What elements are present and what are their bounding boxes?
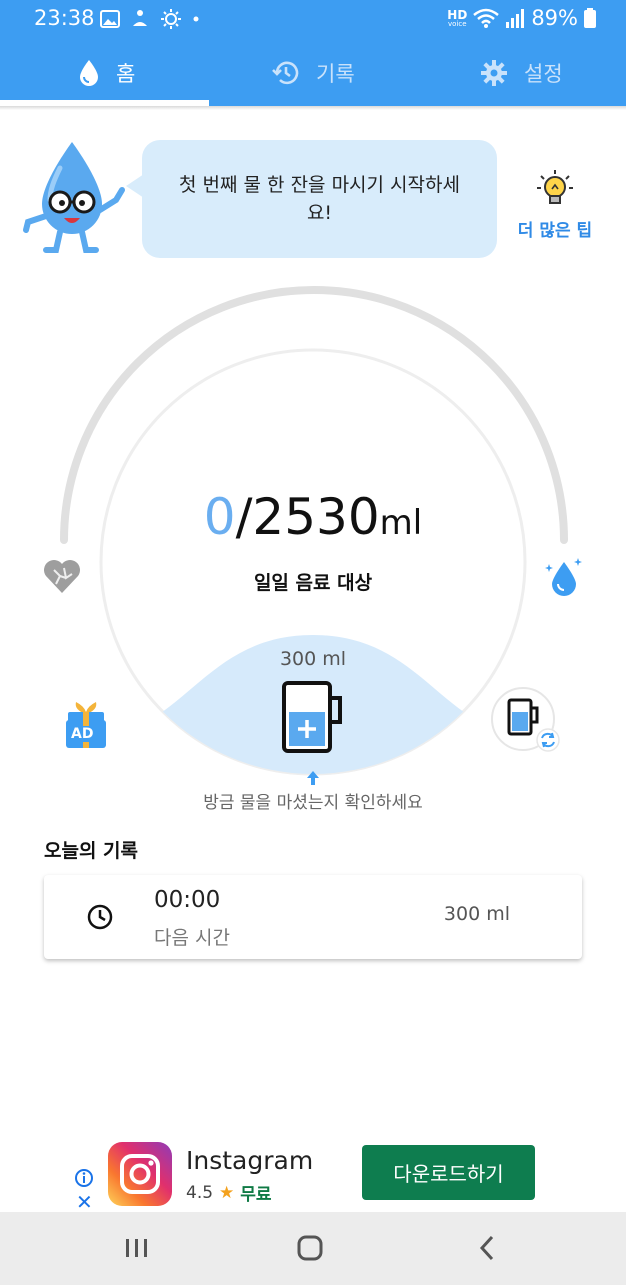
sparkle-drop-icon	[545, 558, 582, 596]
status-time: 23:38	[34, 6, 95, 30]
tip-speech-bubble: 첫 번째 물 한 잔을 마시기 시작하세요!	[142, 140, 497, 258]
gift-icon	[66, 702, 106, 748]
dot-icon	[193, 16, 199, 22]
ad-app-name: Instagram	[186, 1146, 314, 1175]
water-drop-mascot[interactable]	[20, 138, 130, 258]
ad-gift-button[interactable]: AD	[62, 698, 110, 750]
top-tab-bar: 홈 기록 설정	[0, 40, 626, 106]
drink-cup-button[interactable]	[280, 680, 346, 754]
tab-home-label: 홈	[116, 62, 136, 86]
ad-rating: 4.5 ★ 무료	[186, 1180, 272, 1206]
app-screen: 23:38 HD voice 89% 홈 기록 설정 첫 번째 물 한 잔을 마…	[0, 0, 626, 1285]
cup-size-label: 300 ml	[279, 648, 347, 670]
lightbulb-icon	[537, 170, 573, 204]
tab-settings-label: 설정	[524, 62, 563, 86]
status-bar: 23:38 HD voice 89%	[0, 0, 626, 40]
water-drop-icon	[80, 60, 98, 86]
ad-rating-value: 4.5	[186, 1182, 214, 1203]
gear-icon	[481, 60, 507, 86]
record-note: 다음 시간	[154, 927, 230, 949]
up-arrow-icon	[307, 771, 319, 785]
back-icon[interactable]	[476, 1230, 498, 1266]
confirm-drink-hint: 방금 물을 마셨는지 확인하세요	[203, 793, 423, 813]
intake-target: 2530	[252, 488, 380, 546]
today-record-title: 오늘의 기록	[44, 840, 139, 862]
signal-icon	[506, 9, 525, 28]
tab-history-label: 기록	[316, 62, 355, 86]
battery-icon	[584, 8, 596, 28]
ad-download-button[interactable]: 다운로드하기	[362, 1145, 535, 1200]
intake-current: 0	[203, 488, 236, 546]
ad-close-icon[interactable]: ✕	[76, 1190, 93, 1214]
tab-home[interactable]: 홈	[78, 40, 135, 106]
tip-text: 첫 번째 물 한 잔을 마시기 시작하세요!	[179, 174, 460, 224]
daily-target-label: 일일 음료 대상	[253, 572, 373, 594]
hd-voice-badge: HD voice	[447, 7, 468, 28]
tab-settings[interactable]: 설정	[480, 40, 563, 106]
recent-apps-icon[interactable]	[124, 1230, 150, 1266]
record-card[interactable]: 00:00 다음 시간 300 ml	[44, 875, 582, 959]
tab-shadow	[0, 106, 626, 110]
tab-history[interactable]: 기록	[272, 40, 355, 106]
ad-info-icon[interactable]	[74, 1168, 94, 1188]
bulb-status-icon	[161, 9, 181, 29]
star-icon: ★	[219, 1182, 235, 1203]
system-nav-bar	[0, 1212, 626, 1285]
history-icon	[272, 61, 299, 85]
record-time: 00:00	[154, 887, 221, 913]
battery-percent: 89%	[531, 6, 578, 30]
more-tips-button[interactable]: 더 많은 팁	[510, 168, 600, 241]
heart-icon	[44, 560, 80, 593]
yoga-icon	[133, 10, 147, 26]
more-tips-label: 더 많은 팁	[517, 221, 593, 241]
clock-icon	[87, 904, 113, 930]
switch-cup-button[interactable]	[490, 686, 562, 758]
ad-price: 무료	[240, 1185, 272, 1205]
notification-icons	[100, 8, 200, 30]
home-icon[interactable]	[296, 1230, 326, 1266]
record-amount: 300 ml	[443, 903, 510, 925]
gauge-value: 0/2530ml	[203, 488, 423, 546]
ad-badge: AD	[69, 726, 96, 742]
wifi-icon	[473, 8, 500, 28]
intake-unit: ml	[379, 503, 423, 543]
status-right: HD voice 89%	[447, 6, 596, 30]
gallery-icon	[100, 10, 120, 28]
instagram-logo-icon	[108, 1142, 172, 1206]
